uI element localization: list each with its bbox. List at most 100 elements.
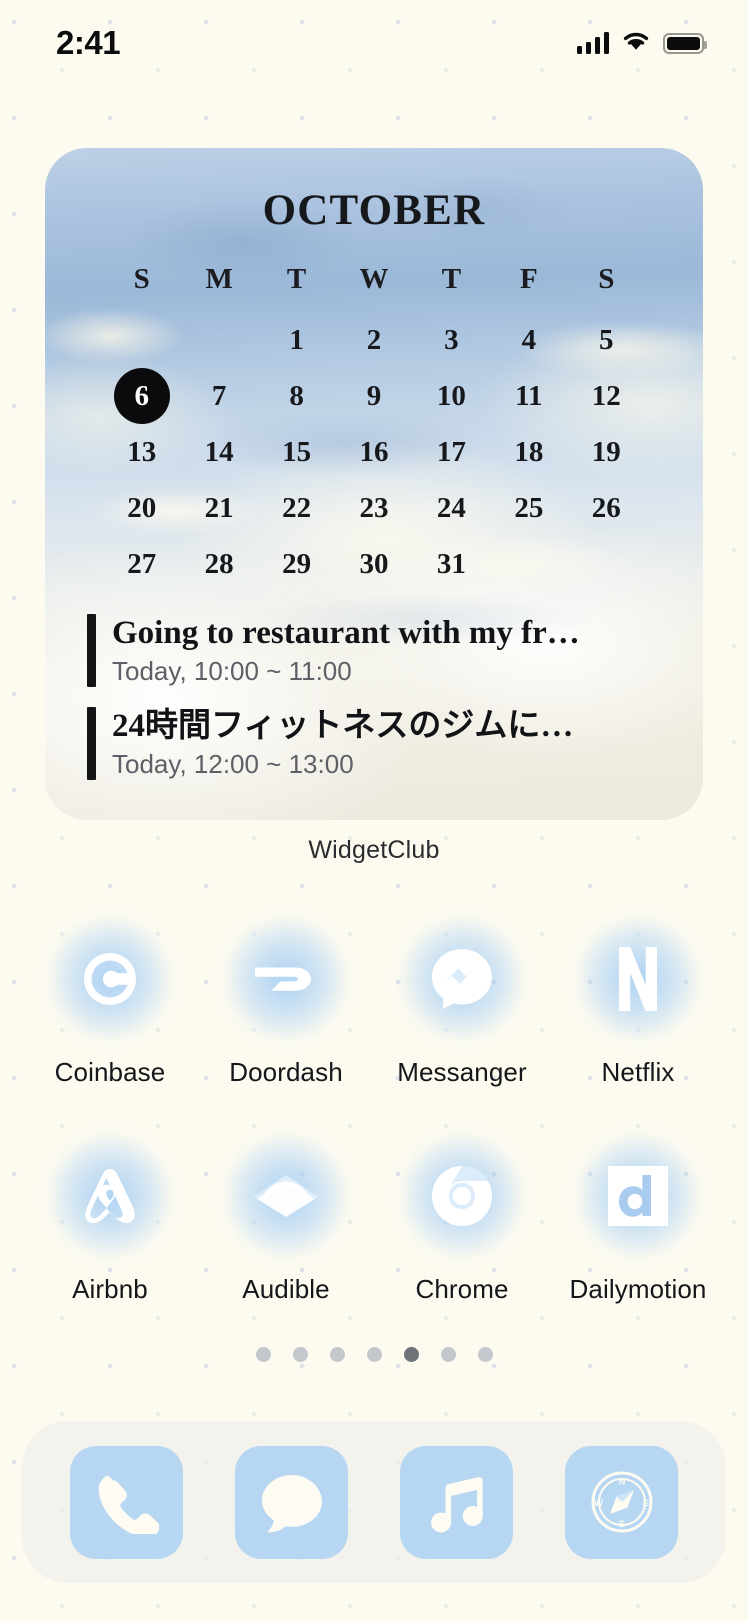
calendar-day-blank [180, 312, 257, 368]
doordash-icon[interactable] [220, 913, 352, 1045]
app-label: Doordash [229, 1057, 343, 1087]
compass-icon[interactable]: N S E W [565, 1445, 678, 1559]
page-indicator[interactable] [0, 1347, 748, 1362]
doordash-icon-glyph [251, 956, 321, 1002]
svg-text:W: W [594, 1498, 603, 1509]
event-title: 24時間フィットネスのジムに… [112, 707, 574, 744]
app-label: Dailymotion [569, 1274, 707, 1304]
calendar-day: 9 [366, 379, 382, 412]
calendar-day-blank [103, 312, 180, 368]
coinbase-icon-glyph [78, 947, 142, 1011]
chrome-icon[interactable] [396, 1130, 528, 1262]
calendar-day: 28 [204, 547, 234, 580]
calendar-day: 11 [515, 379, 543, 412]
page-dot-active[interactable] [403, 1347, 419, 1362]
app-label: Netflix [601, 1057, 675, 1087]
app-label: Airbnb [72, 1274, 148, 1304]
messenger-icon-glyph [429, 946, 495, 1012]
app-icon-airbnb[interactable]: Airbnb [22, 1130, 198, 1305]
widget-label: WidgetClub [308, 836, 440, 864]
calendar-day: 27 [127, 547, 157, 580]
messenger-icon[interactable] [396, 913, 528, 1045]
calendar-event-item: Going to restaurant with my fr… Today, 10… [87, 614, 661, 687]
phone-icon[interactable] [70, 1445, 183, 1559]
calendar-day: 5 [599, 323, 614, 356]
calendar-day: 14 [204, 435, 234, 468]
app-icon-messanger[interactable]: Messanger [374, 913, 550, 1088]
battery-icon [663, 32, 707, 54]
calendar-day: 18 [514, 435, 544, 468]
calendar-day: 30 [359, 547, 389, 580]
coinbase-icon[interactable] [44, 913, 176, 1045]
event-text-block: 24時間フィットネスのジムに… Today, 12:00 ~ 13:00 [112, 707, 661, 780]
wifi-icon [620, 29, 652, 57]
dock: N S E W [22, 1421, 726, 1583]
dailymotion-icon[interactable] [572, 1130, 704, 1262]
page-dot[interactable] [366, 1347, 382, 1362]
chrome-icon-glyph [429, 1163, 495, 1229]
audible-icon[interactable] [220, 1130, 352, 1262]
calendar-day: 4 [521, 323, 537, 356]
calendar-weekday-header-row: SMTWTFS [45, 235, 703, 296]
calendar-weekday-4: T [441, 263, 462, 295]
calendar-day: 20 [127, 491, 157, 524]
app-icon-chrome[interactable]: Chrome [374, 1130, 550, 1305]
page-dot[interactable] [255, 1347, 271, 1362]
airbnb-icon[interactable] [44, 1130, 176, 1262]
event-time: Today, 10:00 ~ 11:00 [112, 655, 352, 686]
app-row: Airbnb Audible Chrome Dailymotion [22, 1130, 726, 1305]
calendar-month-title: OCTOBER [262, 187, 486, 234]
calendar-day: 22 [282, 491, 312, 524]
calendar-weekday-2: T [286, 263, 307, 295]
calendar-day: 1 [289, 323, 304, 356]
status-bar-indicators [576, 29, 707, 57]
calendar-day: 23 [359, 491, 389, 524]
calendar-day: 26 [591, 491, 621, 524]
calendar-weekday-1: M [205, 263, 233, 295]
cellular-signal-icon [576, 32, 609, 54]
app-label: Coinbase [54, 1057, 166, 1087]
calendar-weekday-6: S [598, 263, 615, 295]
music-icon[interactable] [400, 1445, 513, 1559]
calendar-day: 12 [591, 379, 621, 412]
app-row: Coinbase Doordash Messanger Netflix [22, 913, 726, 1088]
netflix-icon[interactable] [572, 913, 704, 1045]
calendar-day: 29 [282, 547, 312, 580]
calendar-day: 8 [289, 379, 304, 412]
event-accent-bar [87, 706, 96, 780]
app-icon-netflix[interactable]: Netflix [550, 913, 726, 1088]
calendar-event-list: Going to restaurant with my fr… Today, 10… [45, 592, 703, 780]
app-icon-doordash[interactable]: Doordash [198, 913, 374, 1088]
calendar-day: 10 [436, 379, 466, 412]
calendar-day: 2 [366, 323, 382, 356]
calendar-day: 17 [436, 435, 466, 468]
app-icon-coinbase[interactable]: Coinbase [22, 913, 198, 1088]
calendar-day-grid: 1 2 3 4 5 6 7 8 9 10 11 12 13 14 15 16 17 18 19 20 21 22 23 24 2… [45, 296, 703, 592]
calendar-widget-container[interactable]: OCTOBER SMTWTFS 1 2 3 4 5 6 7 8 9 10 11 12 13 14 15 16 1… [45, 148, 703, 865]
calendar-day: 19 [591, 435, 621, 468]
page-dot[interactable] [329, 1347, 345, 1362]
svg-text:S: S [618, 1519, 624, 1530]
event-accent-bar [87, 614, 96, 687]
airbnb-icon-glyph [77, 1164, 143, 1228]
messages-icon[interactable] [235, 1445, 348, 1559]
calendar-widget[interactable]: OCTOBER SMTWTFS 1 2 3 4 5 6 7 8 9 10 11 12 13 14 15 16 1… [45, 148, 703, 820]
calendar-weekday-5: F [519, 263, 538, 295]
app-grid: Coinbase Doordash Messanger Netflix Airbnb Au… [0, 913, 748, 1305]
home-screen: 2:41 OCTOBER SMTWTFS 1 2 3 4 5 6 7 8 9 10 11 12 13 14… [0, 0, 748, 1621]
calendar-day: 16 [359, 435, 389, 468]
svg-text:N: N [618, 1477, 625, 1488]
calendar-day: 31 [436, 547, 466, 580]
page-dot[interactable] [477, 1347, 493, 1362]
app-icon-dailymotion[interactable]: Dailymotion [550, 1130, 726, 1305]
app-icon-audible[interactable]: Audible [198, 1130, 374, 1305]
event-time: Today, 12:00 ~ 13:00 [112, 748, 354, 779]
status-bar: 2:41 [0, 0, 748, 72]
page-dot[interactable] [440, 1347, 456, 1362]
page-dot[interactable] [292, 1347, 308, 1362]
calendar-weekday-3: W [359, 263, 389, 295]
calendar-day: 7 [211, 379, 227, 412]
calendar-event-item: 24時間フィットネスのジムに… Today, 12:00 ~ 13:00 [87, 706, 661, 780]
calendar-day: 24 [436, 491, 466, 524]
calendar-weekday-0: S [133, 263, 150, 295]
